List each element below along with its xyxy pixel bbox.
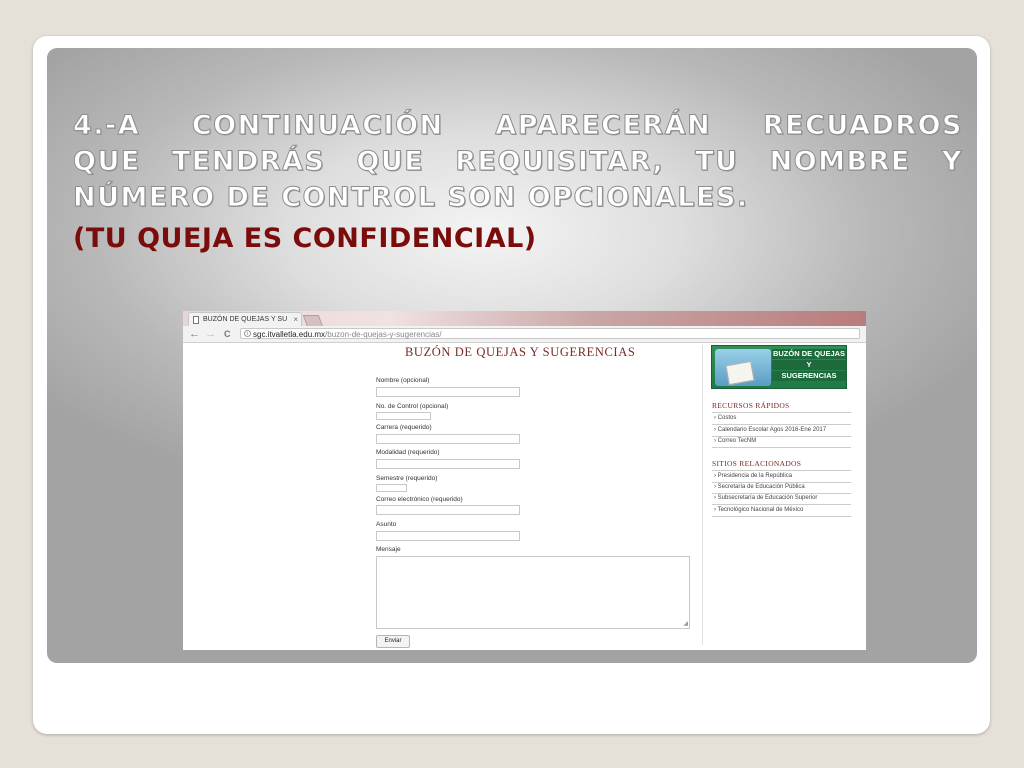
tab-title: BUZÓN DE QUEJAS Y SU: [203, 316, 288, 323]
resize-grip-icon[interactable]: ◢: [683, 621, 688, 627]
browser-toolbar: ← → C i sgc.itvalletla.edu.mx/buzon-de-q…: [183, 326, 866, 343]
divider: [712, 516, 851, 517]
sidebar-divider: [702, 345, 703, 645]
title-word: NOMBRE: [769, 146, 911, 178]
sidebar-link[interactable]: › Costos: [714, 415, 736, 421]
carrera-input[interactable]: [376, 434, 520, 444]
url-host: sgc.itvalletla.edu.mx: [253, 330, 326, 339]
mensaje-label: Mensaje: [376, 546, 401, 553]
address-bar[interactable]: i sgc.itvalletla.edu.mx/buzon-de-quejas-…: [240, 328, 860, 339]
close-icon[interactable]: ×: [293, 313, 298, 326]
title-word: TU: [695, 146, 739, 178]
slide-title-line-3: NÚMERO DE CONTROL SON OPCIONALES.: [73, 182, 749, 214]
sitios-heading: SITIOS RELACIONADOS: [712, 459, 802, 468]
divider: [712, 504, 851, 505]
sidebar-link[interactable]: › Tecnológico Nacional de México: [714, 507, 803, 513]
back-arrow-icon[interactable]: ←: [189, 327, 200, 341]
sidebar-link[interactable]: › Secretaría de Educación Pública: [714, 484, 805, 490]
sidebar-link[interactable]: › Correo TecNM: [714, 438, 756, 444]
title-word: APARECERÁN: [495, 110, 712, 142]
title-word: Y: [941, 146, 963, 178]
divider: [712, 436, 851, 437]
slide-subtitle: (TU QUEJA ES CONFIDENCIAL): [73, 223, 537, 254]
browser-screenshot: BUZÓN DE QUEJAS Y SU × ← → C i sgc.itval…: [183, 311, 866, 650]
title-word: QUE: [356, 146, 425, 178]
slide-title-line-1: 4.-A CONTINUACIÓN APARECERÁN RECUADROS: [72, 110, 963, 142]
title-word: CONTINUACIÓN: [191, 110, 444, 142]
divider: [712, 447, 851, 448]
buzon-banner[interactable]: BUZÓN DE QUEJAS Y SUGERENCIAS: [711, 345, 847, 389]
semestre-input[interactable]: [376, 484, 407, 492]
title-word: TENDRÁS: [171, 146, 326, 178]
sidebar-link[interactable]: › Calendario Escolar Agos 2016-Ene 2017: [714, 427, 826, 433]
document-icon: [193, 316, 199, 324]
info-icon[interactable]: i: [244, 330, 251, 337]
control-label: No. de Control (opcional): [376, 403, 449, 410]
semestre-label: Semestre (requerido): [376, 475, 438, 482]
divider: [712, 482, 851, 483]
divider: [712, 493, 851, 494]
recursos-heading: RECURSOS RÁPIDOS: [712, 401, 790, 410]
reload-icon[interactable]: C: [224, 327, 231, 341]
page-title: BUZÓN DE QUEJAS Y SUGERENCIAS: [405, 345, 636, 359]
nombre-label: Nombre (opcional): [376, 377, 430, 384]
banner-text: BUZÓN DE QUEJAS Y SUGERENCIAS: [772, 348, 846, 382]
url-path: /buzon-de-quejas-y-sugerencias/: [325, 330, 442, 339]
forward-arrow-icon[interactable]: →: [205, 327, 216, 341]
asunto-label: Asunto: [376, 521, 397, 528]
mailbox-icon: [715, 349, 771, 386]
divider: [712, 412, 851, 413]
divider: [712, 470, 851, 471]
correo-input[interactable]: [376, 505, 520, 515]
divider: [712, 424, 851, 425]
nombre-input[interactable]: [376, 387, 520, 397]
title-word: QUE: [73, 146, 141, 178]
banner-line: SUGERENCIAS: [772, 371, 846, 381]
banner-line: BUZÓN DE QUEJAS: [772, 349, 846, 359]
title-word: 4.-A: [72, 110, 141, 142]
title-word: RECUADROS: [762, 110, 963, 142]
modalidad-input[interactable]: [376, 459, 520, 469]
mensaje-textarea[interactable]: ◢: [376, 556, 690, 629]
envelope-icon: [725, 360, 755, 386]
browser-tab[interactable]: BUZÓN DE QUEJAS Y SU ×: [188, 312, 302, 326]
title-word: REQUISITAR,: [455, 146, 665, 178]
banner-line: Y: [772, 360, 846, 370]
correo-label: Correo electrónico (requerido): [376, 496, 463, 503]
slide-title-line-2: QUE TENDRÁS QUE REQUISITAR, TU NOMBRE Y: [73, 146, 963, 178]
control-input[interactable]: [376, 412, 431, 420]
browser-tab-bar: BUZÓN DE QUEJAS Y SU ×: [183, 311, 866, 327]
sidebar-link[interactable]: › Presidencia de la República: [714, 473, 792, 479]
carrera-label: Carrera (requerido): [376, 424, 432, 431]
asunto-input[interactable]: [376, 531, 520, 541]
modalidad-label: Modalidad (requerido): [376, 449, 440, 456]
enviar-button[interactable]: Enviar: [376, 635, 410, 648]
sidebar-link[interactable]: › Subsecretaría de Educación Superior: [714, 495, 817, 501]
